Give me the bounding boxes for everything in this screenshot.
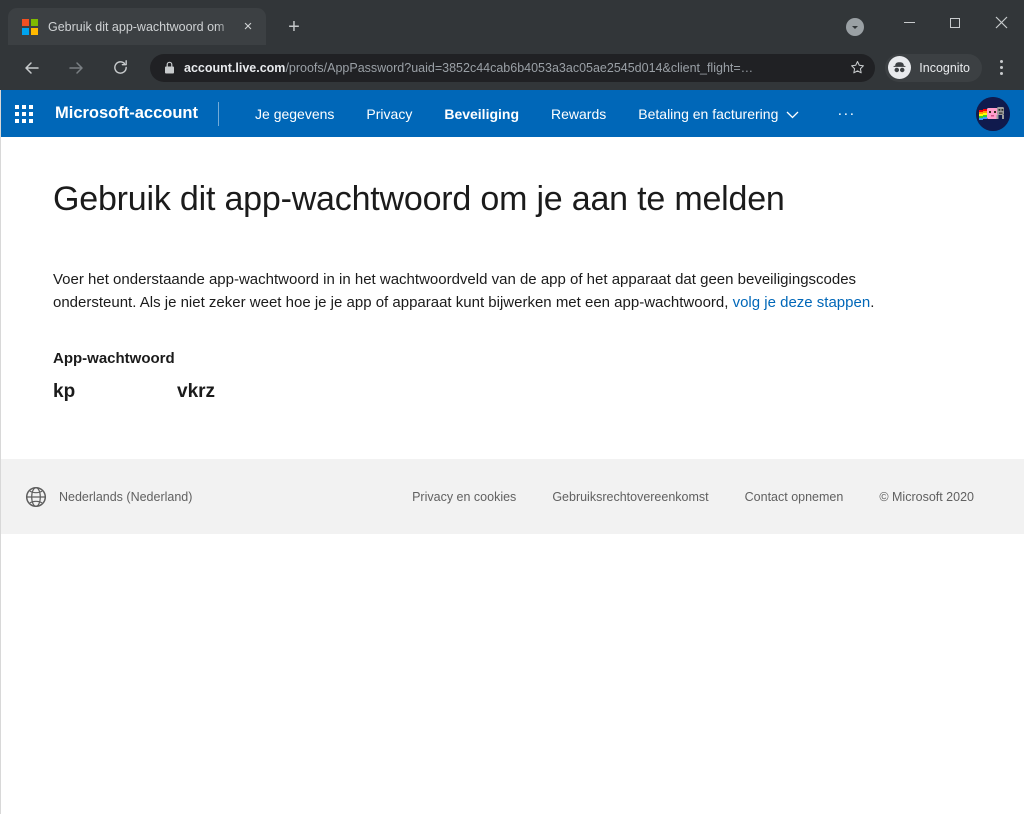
footer-copyright: © Microsoft 2020 — [879, 489, 974, 504]
tab-close-icon[interactable]: × — [238, 17, 258, 37]
reload-icon[interactable] — [105, 53, 135, 83]
kebab-menu-icon[interactable] — [988, 53, 1014, 83]
tab-title: Gebruik dit app-wachtwoord om — [48, 19, 225, 34]
password-segment-1: kp — [53, 381, 76, 403]
nav-item-label: Privacy — [366, 105, 413, 122]
nav-overflow-icon[interactable]: ··· — [823, 105, 869, 122]
page-footer: Nederlands (Nederland) Privacy en cookie… — [1, 459, 1024, 534]
language-selector[interactable]: Nederlands (Nederland) — [25, 486, 192, 508]
password-segment-2: vkrz — [177, 381, 216, 403]
browser-window: Gebruik dit app-wachtwoord om × + accoun… — [0, 0, 1024, 814]
browser-toolbar: account.live.com/proofs/AppPassword?uaid… — [0, 45, 1024, 90]
nav-divider — [218, 101, 220, 126]
nav-item-label: Beveiliging — [444, 105, 520, 122]
forward-arrow-icon[interactable] — [61, 53, 91, 83]
password-label: App-wachtwoord — [53, 350, 175, 368]
nav-item-label: Je gegevens — [255, 105, 335, 122]
page-background — [1, 534, 1024, 814]
footer-link-privacy[interactable]: Privacy en cookies — [412, 490, 516, 504]
footer-link-terms[interactable]: Gebruiksrechtovereenkomst — [552, 490, 708, 504]
incognito-badge[interactable]: Incognito — [885, 53, 982, 82]
url-text: account.live.com/proofs/AppPassword?uaid… — [184, 61, 845, 75]
app-password-value: kp vkrz — [53, 381, 972, 403]
app-grid-icon[interactable] — [15, 104, 33, 123]
nav-links: Je gegevens Privacy Beveiliging Rewards … — [239, 105, 869, 122]
intro-paragraph: Voer het onderstaande app-wachtwoord in … — [53, 268, 933, 315]
main-content: Gebruik dit app-wachtwoord om je aan te … — [1, 137, 1024, 459]
nav-item-label: Rewards — [551, 105, 607, 122]
language-label: Nederlands (Nederland) — [59, 489, 193, 504]
star-icon[interactable] — [845, 56, 869, 80]
nav-item-je-gegevens[interactable]: Je gegevens — [239, 106, 350, 122]
address-bar[interactable]: account.live.com/proofs/AppPassword?uaid… — [150, 53, 876, 82]
footer-links: Privacy en cookies Gebruiksrechtovereenk… — [412, 490, 974, 504]
url-path: /proofs/AppPassword?uaid=3852c44cab6b405… — [285, 60, 754, 75]
incognito-spy-icon — [888, 56, 912, 79]
close-icon[interactable] — [978, 7, 1024, 39]
minimize-icon[interactable] — [886, 7, 932, 39]
page-viewport: Microsoft-account Je gegevens Privacy Be… — [0, 90, 1024, 814]
chevron-down-icon — [786, 106, 799, 122]
tab-strip: Gebruik dit app-wachtwoord om × + — [0, 0, 1024, 45]
new-tab-button[interactable]: + — [280, 13, 308, 41]
brand-title[interactable]: Microsoft-account — [55, 104, 198, 123]
globe-icon — [25, 486, 47, 508]
avatar[interactable] — [976, 96, 1010, 131]
nav-item-privacy[interactable]: Privacy — [350, 106, 428, 122]
tab-search-icon[interactable] — [846, 17, 864, 36]
page-title: Gebruik dit app-wachtwoord om je aan te … — [53, 180, 785, 218]
nav-item-rewards[interactable]: Rewards — [535, 106, 622, 122]
back-arrow-icon[interactable] — [17, 53, 47, 83]
maximize-icon[interactable] — [932, 7, 978, 39]
intro-tail: . — [870, 294, 875, 312]
nav-item-beveiliging[interactable]: Beveiliging — [428, 106, 535, 122]
window-controls — [846, 0, 1024, 45]
nav-item-betaling-en-facturering[interactable]: Betaling en facturering — [622, 106, 815, 122]
microsoft-account-navbar: Microsoft-account Je gegevens Privacy Be… — [1, 90, 1024, 137]
microsoft-logo-icon — [22, 18, 38, 35]
url-domain: account.live.com — [184, 60, 286, 75]
footer-link-contact[interactable]: Contact opnemen — [745, 490, 844, 504]
steps-link[interactable]: volg je deze stappen — [733, 294, 871, 311]
browser-tab[interactable]: Gebruik dit app-wachtwoord om × — [8, 8, 266, 45]
lock-icon — [164, 61, 175, 74]
nav-item-label: Betaling en facturering — [638, 105, 779, 122]
incognito-label: Incognito — [919, 60, 970, 75]
